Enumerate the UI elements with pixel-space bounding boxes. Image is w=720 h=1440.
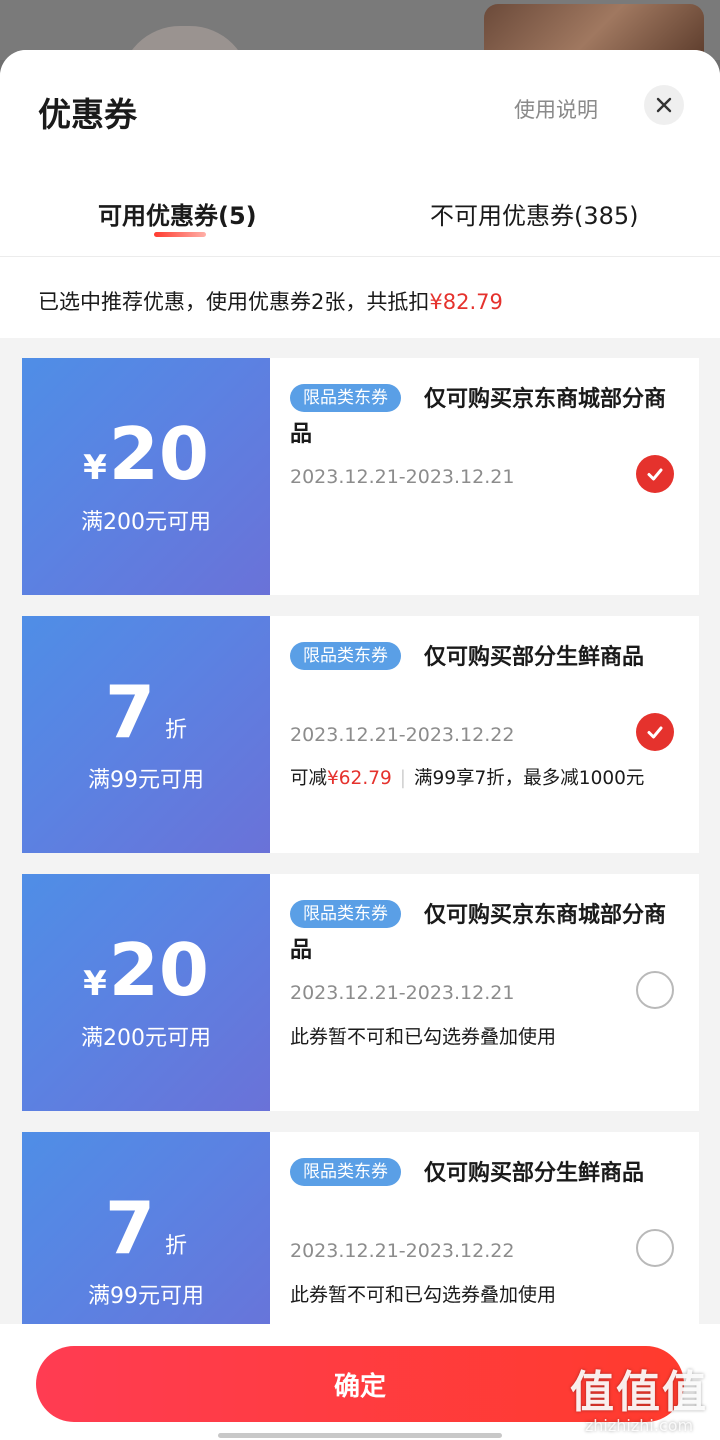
coupon-tag: 限品类东券 [290, 384, 401, 412]
sheet-header: 优惠券 使用说明 可用优惠券(5) 不可用优惠券(385) 已选中推荐优惠，使用… [0, 50, 720, 338]
check-icon [647, 726, 663, 739]
home-indicator [218, 1433, 502, 1438]
coupon-select-checkbox[interactable] [636, 1229, 674, 1267]
coupon-amount: 20 [108, 927, 209, 1012]
coupon-tag: 限品类东券 [290, 900, 401, 928]
separator: | [399, 768, 406, 789]
coupon-card[interactable]: ¥20 满200元可用 仅可购买京东商城部分商品 限品类东券 2023.12.2… [18, 358, 699, 595]
coupon-stack-note: 此券暂不可和已勾选券叠加使用 [290, 1026, 557, 1048]
discount-unit: 折 [165, 717, 188, 743]
coupon-amount: 7 [104, 669, 156, 754]
coupon-condition: 满99元可用 [88, 767, 204, 793]
coupon-value-panel: 7折 满99元可用 [18, 616, 270, 853]
coupon-tag: 限品类东券 [290, 1158, 401, 1186]
check-icon [647, 468, 663, 481]
coupon-details: 仅可购买京东商城部分商品 限品类东券 2023.12.21-2023.12.21 [270, 358, 699, 595]
coupon-condition: 满200元可用 [81, 1025, 211, 1051]
coupon-value: ¥20 [83, 418, 209, 490]
selection-summary: 已选中推荐优惠，使用优惠券2张，共抵扣¥82.79 [38, 286, 503, 316]
tab-unavailable[interactable]: 不可用优惠券(385) [430, 196, 639, 231]
coupon-value: 7折 [105, 676, 187, 748]
tab-available[interactable]: 可用优惠券(5) [98, 196, 257, 231]
saving-prefix: 可减 [290, 768, 328, 789]
coupon-validity: 2023.12.21-2023.12.21 [290, 466, 515, 488]
coupon-tag: 限品类东券 [290, 642, 401, 670]
coupon-stack-note: 此券暂不可和已勾选券叠加使用 [290, 1284, 557, 1306]
close-button[interactable] [644, 85, 684, 125]
coupon-select-checkbox[interactable] [636, 455, 674, 493]
coupon-sheet: 优惠券 使用说明 可用优惠券(5) 不可用优惠券(385) 已选中推荐优惠，使用… [0, 50, 720, 1440]
coupon-condition: 满99元可用 [88, 1283, 204, 1309]
currency-symbol: ¥ [83, 963, 107, 1004]
summary-text: 已选中推荐优惠，使用优惠券2张，共抵扣 [38, 290, 430, 314]
currency-symbol: ¥ [83, 447, 107, 488]
coupon-details: 仅可购买京东商城部分商品 限品类东券 2023.12.21-2023.12.21… [270, 874, 699, 1111]
coupon-amount: 7 [104, 1185, 156, 1270]
coupon-value: 7折 [105, 1192, 187, 1264]
close-icon [656, 97, 672, 113]
coupon-card[interactable]: ¥20 满200元可用 仅可购买京东商城部分商品 限品类东券 2023.12.2… [18, 874, 699, 1111]
usage-instructions-link[interactable]: 使用说明 [514, 94, 598, 124]
coupon-value: ¥20 [83, 934, 209, 1006]
saving-rule: 满99享7折，最多减1000元 [413, 768, 645, 789]
divider [0, 256, 720, 257]
coupon-select-checkbox[interactable] [636, 971, 674, 1009]
coupon-condition: 满200元可用 [81, 509, 211, 535]
coupon-select-checkbox[interactable] [636, 713, 674, 751]
coupon-validity: 2023.12.21-2023.12.21 [290, 982, 515, 1004]
coupon-card[interactable]: 7折 满99元可用 仅可购买部分生鲜商品 限品类东券 2023.12.21-20… [18, 616, 699, 853]
coupon-validity: 2023.12.21-2023.12.22 [290, 724, 515, 746]
coupon-saving-note: 可减¥62.79 | 满99享7折，最多减1000元 [290, 764, 644, 790]
watermark-logo: 值值值 [570, 1367, 708, 1418]
watermark-site: zhizhizhi.com [584, 1416, 694, 1435]
coupon-amount: 20 [108, 411, 209, 496]
coupon-validity: 2023.12.21-2023.12.22 [290, 1240, 515, 1262]
coupon-details: 仅可购买部分生鲜商品 限品类东券 2023.12.21-2023.12.22 可… [270, 616, 699, 853]
coupon-value-panel: ¥20 满200元可用 [18, 358, 270, 595]
watermark: 值值值 zhizhizhi.com [570, 1356, 708, 1435]
sheet-title: 优惠券 [38, 95, 137, 134]
coupon-value-panel: ¥20 满200元可用 [18, 874, 270, 1111]
discount-unit: 折 [165, 1233, 188, 1259]
saving-amount: ¥62.79 [327, 768, 392, 789]
summary-amount: ¥82.79 [429, 290, 503, 314]
active-tab-indicator [154, 232, 206, 237]
